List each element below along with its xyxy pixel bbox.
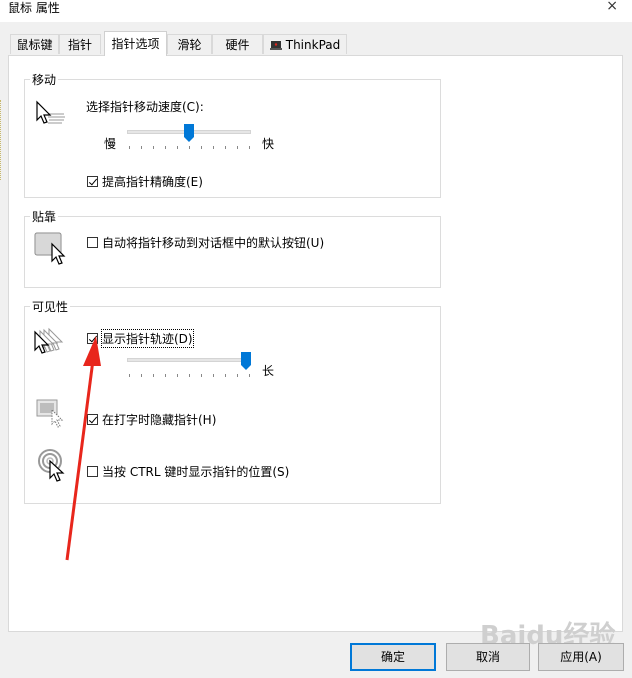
tab-thinkpad[interactable]: ThinkPad: [263, 34, 347, 54]
cancel-button[interactable]: 取消: [446, 643, 530, 671]
slider-tick: [129, 374, 130, 377]
slider-tick: [177, 374, 178, 377]
slider-tick: [201, 374, 202, 377]
slider-tick: [225, 146, 226, 149]
trail-length-slider[interactable]: [127, 352, 251, 382]
ctrl-locate-label: 当按 CTRL 键时显示指针的位置(S): [102, 465, 290, 479]
slider-tick: [165, 374, 166, 377]
speed-slider[interactable]: [127, 124, 251, 154]
tab-hardware[interactable]: 硬件: [212, 34, 263, 54]
slider-tick: [177, 146, 178, 149]
slider-track: [127, 358, 251, 362]
slider-tick: [225, 374, 226, 377]
slider-tick: [237, 374, 238, 377]
slider-tick: [153, 146, 154, 149]
slider-tick: [165, 146, 166, 149]
precision-label: 提高指针精确度(E): [102, 175, 203, 189]
slider-tick: [249, 146, 250, 149]
long-label: 长: [262, 364, 275, 378]
snap-checkbox[interactable]: [87, 237, 98, 248]
motion-group-label: 移动: [30, 71, 59, 88]
slider-tick: [129, 146, 130, 149]
title-bar: 鼠标 属性 ×: [0, 0, 632, 22]
snap-group: [24, 216, 441, 288]
slow-label: 慢: [104, 137, 117, 151]
precision-checkbox[interactable]: [87, 176, 98, 187]
hide-while-typing-label: 在打字时隐藏指针(H): [102, 413, 217, 427]
slider-tick: [237, 146, 238, 149]
slider-tick: [201, 146, 202, 149]
pointer-speed-icon: [36, 100, 65, 124]
annotation-arrow: [65, 336, 101, 561]
slider-tick: [213, 374, 214, 377]
fast-label: 快: [262, 137, 275, 151]
left-edge-marks: [0, 100, 4, 180]
window-title: 鼠标 属性: [8, 1, 60, 15]
tab-pointer-options[interactable]: 指针选项: [104, 31, 167, 56]
snap-to-icon: [34, 232, 66, 265]
tab-pointers[interactable]: 指针: [59, 34, 101, 54]
ok-button[interactable]: 确定: [350, 643, 436, 671]
slider-tick: [189, 146, 190, 149]
speed-label: 选择指针移动速度(C):: [86, 100, 204, 114]
slider-tick: [213, 146, 214, 149]
slider-tick: [141, 374, 142, 377]
snap-group-label: 贴靠: [30, 208, 59, 225]
tab-wheel[interactable]: 滑轮: [167, 34, 212, 54]
slider-tick: [249, 374, 250, 377]
slider-thumb[interactable]: [184, 124, 194, 142]
slider-tick: [153, 374, 154, 377]
close-icon[interactable]: ×: [606, 0, 618, 14]
slider-thumb[interactable]: [241, 352, 251, 370]
visibility-group-label: 可见性: [30, 298, 71, 315]
thinkpad-icon: [269, 41, 282, 50]
tab-buttons[interactable]: 鼠标键: [10, 34, 59, 54]
apply-button[interactable]: 应用(A): [538, 643, 624, 671]
snap-label: 自动将指针移动到对话框中的默认按钮(U): [102, 236, 325, 250]
trails-label: 显示指针轨迹(D): [101, 329, 194, 348]
slider-tick: [141, 146, 142, 149]
slider-tick: [189, 374, 190, 377]
